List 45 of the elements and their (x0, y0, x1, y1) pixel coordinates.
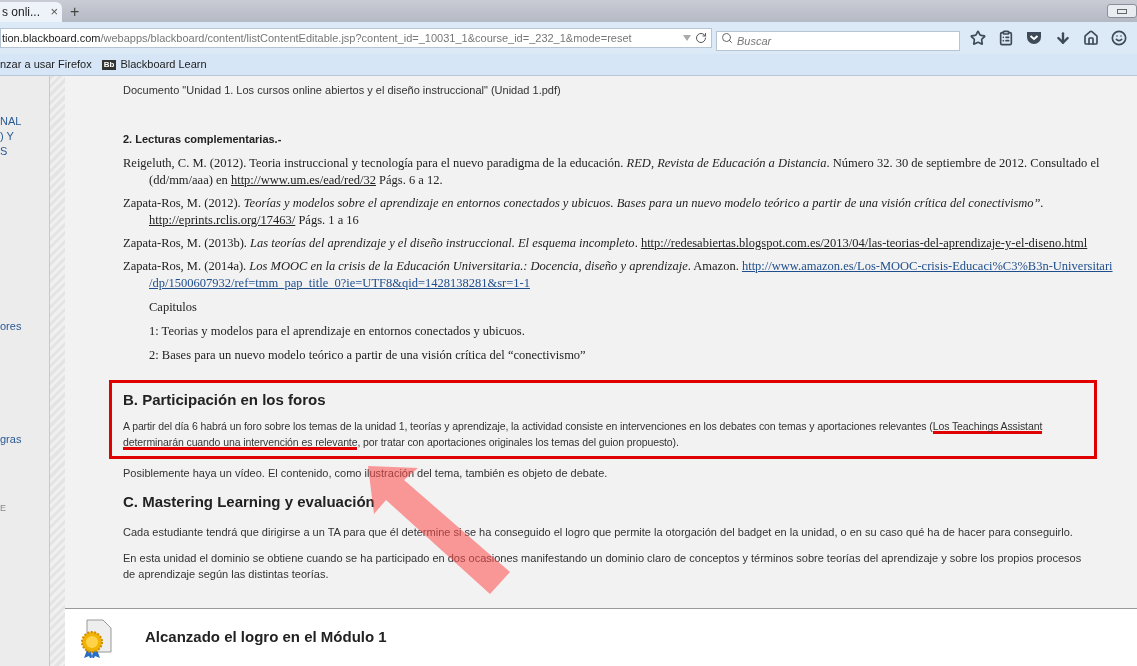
reference-link[interactable]: http://eprints.rclis.org/17463/ (149, 213, 296, 227)
url-field[interactable]: tion.blackboard.com/webapps/blackboard/content/listContentEditable.jsp?content_id=_10031_1&course_id=_232_1&mode=reset (0, 28, 712, 48)
paragraph-text: En esta unidad el dominio se obtiene cuando se ha participado en dos ocasiones manifestando un dominio claro de conceptos y términos sobre teorías del aprendizaje y sobre los propios procesos de aprendizaje según las distintas teorías. (123, 550, 1083, 582)
paragraph-text: Cada estudiante tendrá que dirigirse a un TA para que él determine si se ha conseguido el logro que permite la otorgación del badget en la unidad, o en su caso qué ha de hacer para conseguirlo. (123, 524, 1074, 540)
reference-text: Reigeluth, C. M. (2012). Teoria instruccional y tecnología para el nuevo paradigma de la educación. RED, Revista de Educación a Distancia. Número 32. 30 de septiembre de 2012. Consultado el (dd/mm/aaa) en http://www.um.es/ead/red/32 Págs. 6 a 12. (123, 155, 1101, 189)
section-heading: 2. Lecturas complementarias.- (123, 131, 283, 147)
search-field[interactable]: Buscar (716, 31, 960, 51)
section-heading: B. Participación en los foros (123, 390, 327, 411)
bookmark-item[interactable]: Bb Blackboard Learn (101, 56, 207, 73)
bookmark-item[interactable]: nzar a usar Firefox (0, 56, 92, 73)
document-line: Documento "Unidad 1. Los cursos online abiertos y el diseño instruccional" (Unidad 1.pdf) (123, 83, 562, 98)
sidebar-item[interactable]: S (0, 144, 49, 159)
reference-text: Zapata-Ros, M. (2012). Teorías y modelos sobre el aprendizaje en entornos conectados y ubicuos. Bases para un nuevo modelo teórico a partir de una visión crítica del conectivismo”. http://eprints.rclis.org/17463/ Págs. 1 a 16 (123, 195, 1045, 229)
chapter-item: 1: Teorias y modelos para el aprendizaje en entornos conectados y ubicuos. (149, 322, 526, 340)
shield-chevron-icon[interactable] (1026, 31, 1043, 45)
smiley-icon[interactable] (1110, 30, 1127, 46)
search-icon (721, 32, 733, 44)
sidebar-item[interactable]: NAL (0, 114, 49, 129)
reference-link[interactable]: http://www.amazon.es/Los-MOOC-crisis-Educaci%C3%B3n-Universitari (741, 259, 1113, 273)
reference-link[interactable]: http://www.um.es/ead/red/32 (230, 173, 376, 187)
restore-window-button[interactable] (1107, 4, 1137, 18)
paragraph-text: Posiblemente haya un vídeo. El contenido, como ilustración del tema, también es objeto de debate. (123, 465, 609, 481)
browser-tab[interactable]: s onli... × (0, 2, 62, 22)
close-tab-button[interactable]: × (50, 2, 58, 22)
home-icon[interactable] (1082, 30, 1099, 46)
sidebar-item[interactable]: ores (0, 319, 49, 334)
section-heading: C. Mastering Learning y evaluación (123, 492, 376, 513)
reference-link[interactable]: /dp/1500607932/ref=tmm_pap_title_0?ie=UTF8&qid=1428138281&sr=1-1 (123, 275, 1133, 292)
reference-text: Zapata-Ros, M. (2013b). Las teorías del aprendizaje y el diseño instruccional. El esquema incompleto. http://redesabiertas.blogspot.com.es/2013/04/las-teorias-del-aprendizaje-y-el-diseno.html (123, 235, 1089, 252)
achievement-title: Alcanzado el logro en el Módulo 1 (145, 627, 387, 648)
restore-icon (1117, 8, 1127, 14)
award-certificate-icon (79, 617, 113, 658)
reference-text: Zapata-Ros, M. (2014a). Los MOOC en la crisis de la Educación Universitaria.: Docencia, diseño y aprendizaje. Amazon. http://www.amazon.es/Los-MOOC-crisis-Educaci%C3%B3n-Universitari (123, 258, 1114, 275)
reload-icon[interactable] (695, 32, 707, 44)
sidebar-item[interactable]: gras (0, 432, 49, 447)
paragraph-text: A partir del día 6 habrá un foro sobre los temas de la unidad 1, teorías y aprendizaje, la actividad consiste en intervenciones en los debates con temas y aportaciones relevantes (Los Teachings Assistant determinarán cuando una intervención es relevante, por tratar con aportaciones originales los temas del guion propuesto). (123, 418, 1044, 450)
download-icon[interactable] (1054, 30, 1071, 46)
new-tab-button[interactable]: + (70, 4, 80, 20)
chapter-item: 2: Bases para un nuevo modelo teórico a partir de una visión crítica del “conectivismo” (149, 346, 587, 364)
star-icon[interactable] (970, 30, 987, 46)
chapters-label: Capitulos (149, 299, 198, 316)
sidebar-item[interactable]: ) Y (0, 129, 49, 144)
bb-logo-icon: Bb (101, 59, 117, 70)
reference-link[interactable]: http://redesabiertas.blogspot.com.es/2013/04/las-teorias-del-aprendizaje-y-el-diseno.html (640, 236, 1088, 250)
clipboard-icon[interactable] (998, 30, 1015, 46)
